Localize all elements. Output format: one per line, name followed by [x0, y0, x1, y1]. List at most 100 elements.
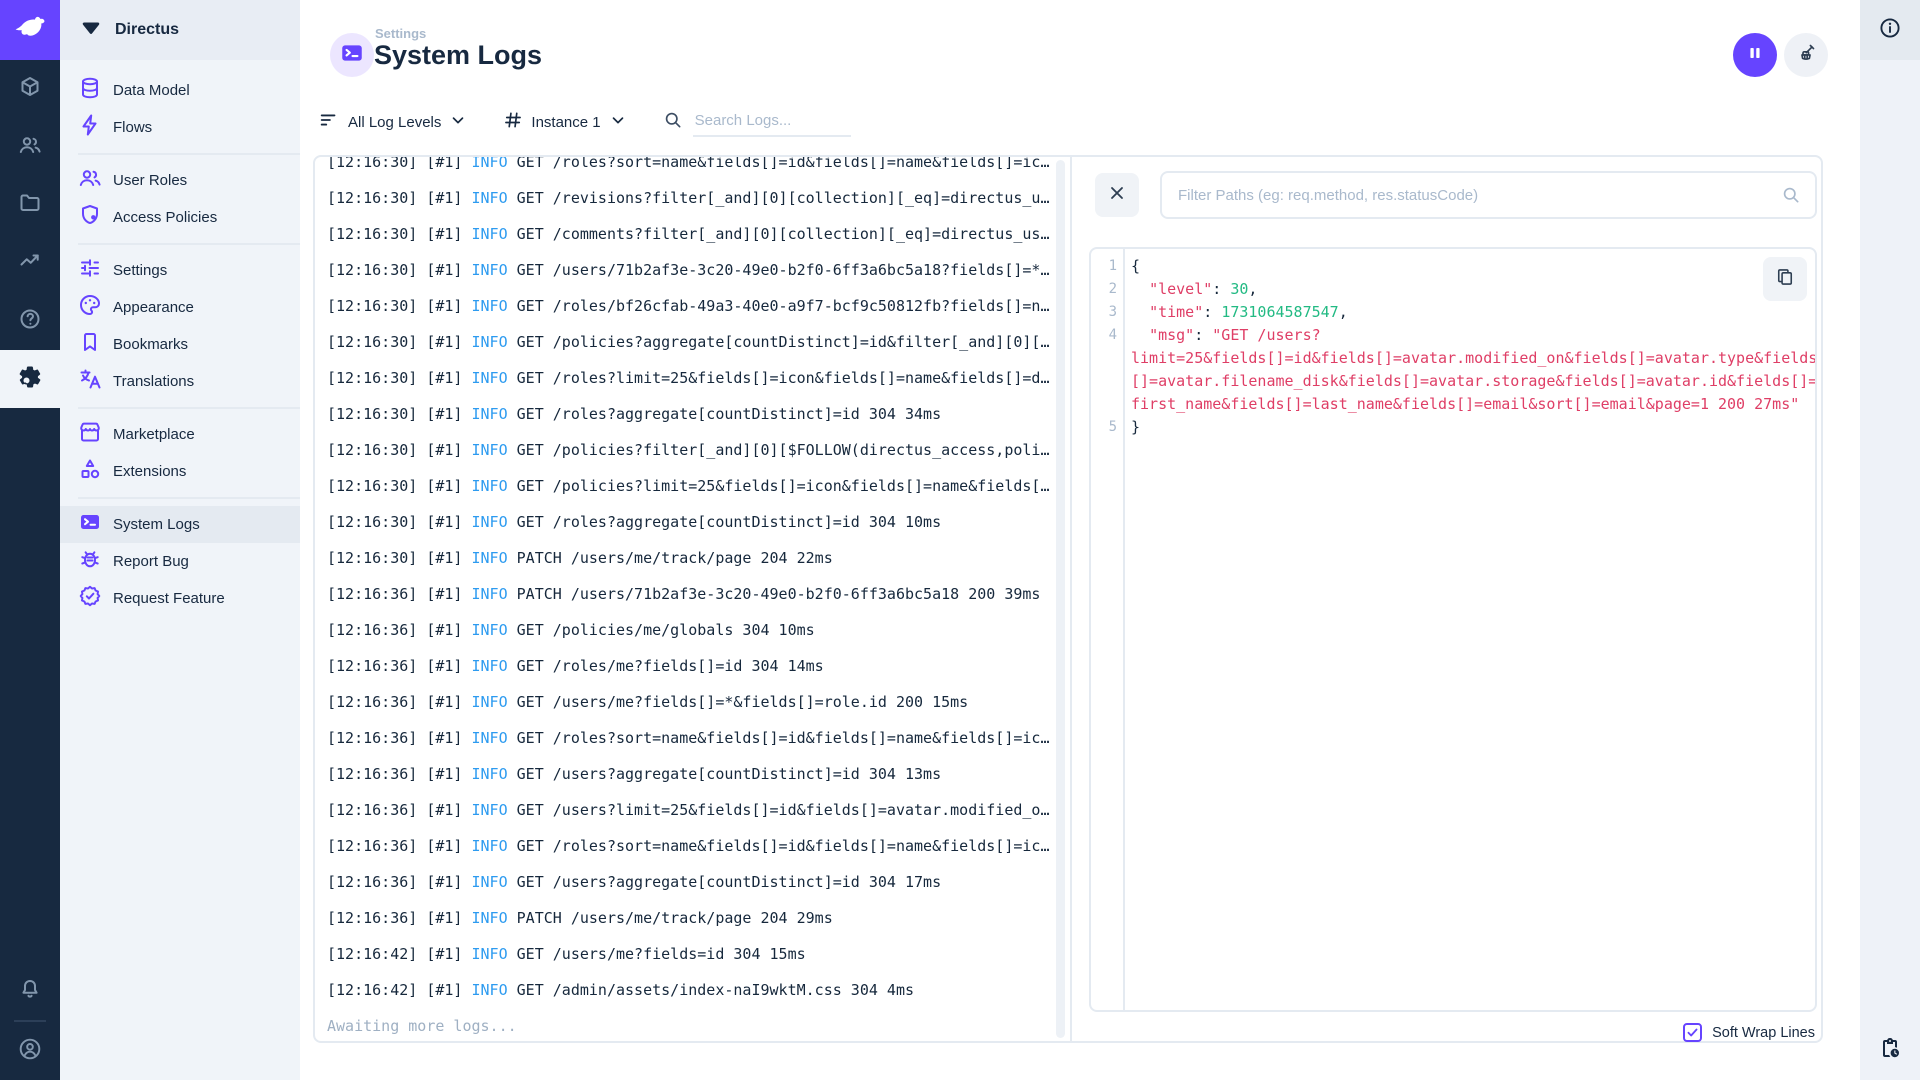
- module-insights[interactable]: [0, 234, 60, 292]
- soft-wrap-toggle[interactable]: Soft Wrap Lines: [1683, 1023, 1815, 1042]
- log-row[interactable]: [12:16:36] [#1] INFO GET /roles?sort=nam…: [327, 828, 1053, 864]
- log-row[interactable]: [12:16:36] [#1] INFO GET /users/me?field…: [327, 684, 1053, 720]
- log-row[interactable]: [12:16:30] [#1] INFO GET /roles/bf26cfab…: [327, 288, 1053, 324]
- sidebar-item-label: Flows: [113, 119, 153, 136]
- log-row[interactable]: [12:16:30] [#1] INFO GET /policies?limit…: [327, 468, 1053, 504]
- chevron-down-icon: [609, 111, 627, 134]
- sidebar-item-appearance[interactable]: Appearance: [60, 289, 300, 326]
- project-header[interactable]: Directus: [60, 0, 300, 60]
- copy-json-button[interactable]: [1763, 257, 1807, 301]
- log-row[interactable]: [12:16:42] [#1] INFO GET /admin/assets/i…: [327, 972, 1053, 1008]
- log-row[interactable]: [12:16:36] [#1] INFO GET /users?aggregat…: [327, 864, 1053, 900]
- activity-log-button[interactable]: [1860, 1020, 1920, 1080]
- sidebar-item-label: Request Feature: [113, 590, 225, 607]
- sidebar-item-extensions[interactable]: Extensions: [60, 453, 300, 490]
- code-line: first_name&fields[]=last_name&fields[]=e…: [1091, 393, 1815, 416]
- line-number: [1091, 370, 1117, 393]
- sidebar-item-flows[interactable]: Flows: [60, 109, 300, 146]
- sidebar-item-data-model[interactable]: Data Model: [60, 72, 300, 109]
- log-row[interactable]: [12:16:36] [#1] INFO GET /roles/me?field…: [327, 648, 1053, 684]
- nav-divider: [78, 497, 300, 499]
- sidebar-item-report-bug[interactable]: Report Bug: [60, 543, 300, 580]
- log-row[interactable]: [12:16:36] [#1] INFO GET /policies/me/gl…: [327, 612, 1053, 648]
- sidebar-item-access-policies[interactable]: Access Policies: [60, 199, 300, 236]
- sidebar-item-system-logs[interactable]: System Logs: [60, 506, 300, 543]
- sidebar-item-label: Translations: [113, 373, 195, 390]
- sidebar-item-label: Extensions: [113, 463, 187, 480]
- instance-filter[interactable]: Instance 1: [503, 110, 626, 135]
- bug-icon: [78, 547, 102, 576]
- log-row[interactable]: [12:16:30] [#1] INFO GET /policies?aggre…: [327, 324, 1053, 360]
- bell-icon: [18, 977, 42, 1006]
- module-collections[interactable]: [0, 60, 60, 118]
- log-level-filter[interactable]: All Log Levels: [318, 109, 467, 136]
- search-icon: [663, 110, 683, 135]
- log-level-badge: INFO: [471, 693, 508, 711]
- log-row[interactable]: [12:16:36] [#1] INFO GET /roles?sort=nam…: [327, 720, 1053, 756]
- log-level-badge: INFO: [471, 945, 508, 963]
- log-row[interactable]: [12:16:42] [#1] INFO GET /users/me?field…: [327, 936, 1053, 972]
- info-icon: [1878, 16, 1902, 45]
- module-files[interactable]: [0, 176, 60, 234]
- log-row[interactable]: [12:16:36] [#1] INFO GET /users?aggregat…: [327, 756, 1053, 792]
- log-list: [12:16:30] [#1] INFO GET /roles?sort=nam…: [315, 157, 1053, 1041]
- sidebar-item-user-roles[interactable]: User Roles: [60, 162, 300, 199]
- log-row[interactable]: [12:16:30] [#1] INFO GET /roles?sort=nam…: [327, 157, 1053, 180]
- sidebar-item-request-feature[interactable]: Request Feature: [60, 580, 300, 617]
- sidebar-item-label: Access Policies: [113, 209, 218, 226]
- close-detail-button[interactable]: [1095, 173, 1139, 217]
- log-row[interactable]: [12:16:30] [#1] INFO GET /roles?limit=25…: [327, 360, 1053, 396]
- filter-paths-input[interactable]: [1162, 186, 1781, 204]
- log-level-badge: INFO: [471, 333, 508, 351]
- log-search: [663, 107, 851, 137]
- line-number: 1: [1108, 258, 1117, 274]
- log-level-badge: INFO: [471, 621, 508, 639]
- folder-icon: [18, 191, 42, 220]
- page-icon-badge: [330, 33, 374, 77]
- sidebar-item-marketplace[interactable]: Marketplace: [60, 416, 300, 453]
- log-level-badge: INFO: [471, 261, 508, 279]
- module-help[interactable]: [0, 292, 60, 350]
- log-list-scrollbar[interactable]: [1056, 160, 1065, 1038]
- pause-logs-button[interactable]: [1733, 33, 1777, 77]
- log-row[interactable]: [12:16:30] [#1] INFO GET /users/71b2af3e…: [327, 252, 1053, 288]
- code-line: 5}: [1091, 416, 1815, 439]
- terminal-icon: [339, 40, 365, 71]
- search-logs-input[interactable]: [692, 107, 851, 137]
- palette-icon: [78, 293, 102, 322]
- sidebar-item-label: Appearance: [113, 299, 194, 316]
- log-row[interactable]: [12:16:30] [#1] INFO GET /comments?filte…: [327, 216, 1053, 252]
- notifications-button[interactable]: [0, 962, 60, 1020]
- settings-nav-sidebar: Directus Data Model Flows User Roles Access…: [60, 0, 300, 1080]
- module-settings[interactable]: [0, 350, 60, 408]
- help-circle-icon: [18, 307, 42, 336]
- log-row[interactable]: [12:16:30] [#1] INFO GET /policies?filte…: [327, 432, 1053, 468]
- sidebar-item-translations[interactable]: Translations: [60, 363, 300, 400]
- user-menu-button[interactable]: [0, 1022, 60, 1080]
- sidebar-item-label: Settings: [113, 262, 168, 279]
- log-row[interactable]: [12:16:36] [#1] INFO PATCH /users/me/tra…: [327, 900, 1053, 936]
- clear-logs-button[interactable]: [1784, 33, 1828, 77]
- checkbox-checked-icon: [1683, 1023, 1703, 1042]
- log-row[interactable]: [12:16:30] [#1] INFO GET /revisions?filt…: [327, 180, 1053, 216]
- log-row[interactable]: [12:16:36] [#1] INFO PATCH /users/71b2af…: [327, 576, 1053, 612]
- log-row[interactable]: [12:16:36] [#1] INFO GET /users?limit=25…: [327, 792, 1053, 828]
- sidebar-item-bookmarks[interactable]: Bookmarks: [60, 326, 300, 363]
- log-row[interactable]: [12:16:30] [#1] INFO GET /roles?aggregat…: [327, 504, 1053, 540]
- line-number: [1091, 347, 1117, 370]
- search-icon: [1781, 185, 1801, 205]
- module-bar: [0, 0, 60, 1080]
- page-title: System Logs: [374, 40, 543, 70]
- sidebar-item-settings[interactable]: Settings: [60, 252, 300, 289]
- directus-logo-button[interactable]: [0, 0, 60, 60]
- code-line: []=avatar.filename_disk&fields[]=avatar.…: [1091, 370, 1815, 393]
- people-group-icon: [18, 133, 42, 162]
- tune-icon: [78, 256, 102, 285]
- info-sidebar-toggle[interactable]: [1860, 0, 1920, 60]
- log-level-filter-label: All Log Levels: [348, 113, 442, 131]
- activity-chart-icon: [18, 249, 42, 278]
- log-row[interactable]: [12:16:30] [#1] INFO PATCH /users/me/tra…: [327, 540, 1053, 576]
- module-users[interactable]: [0, 118, 60, 176]
- log-row[interactable]: [12:16:30] [#1] INFO GET /roles?aggregat…: [327, 396, 1053, 432]
- filter-paths-field: [1160, 171, 1817, 219]
